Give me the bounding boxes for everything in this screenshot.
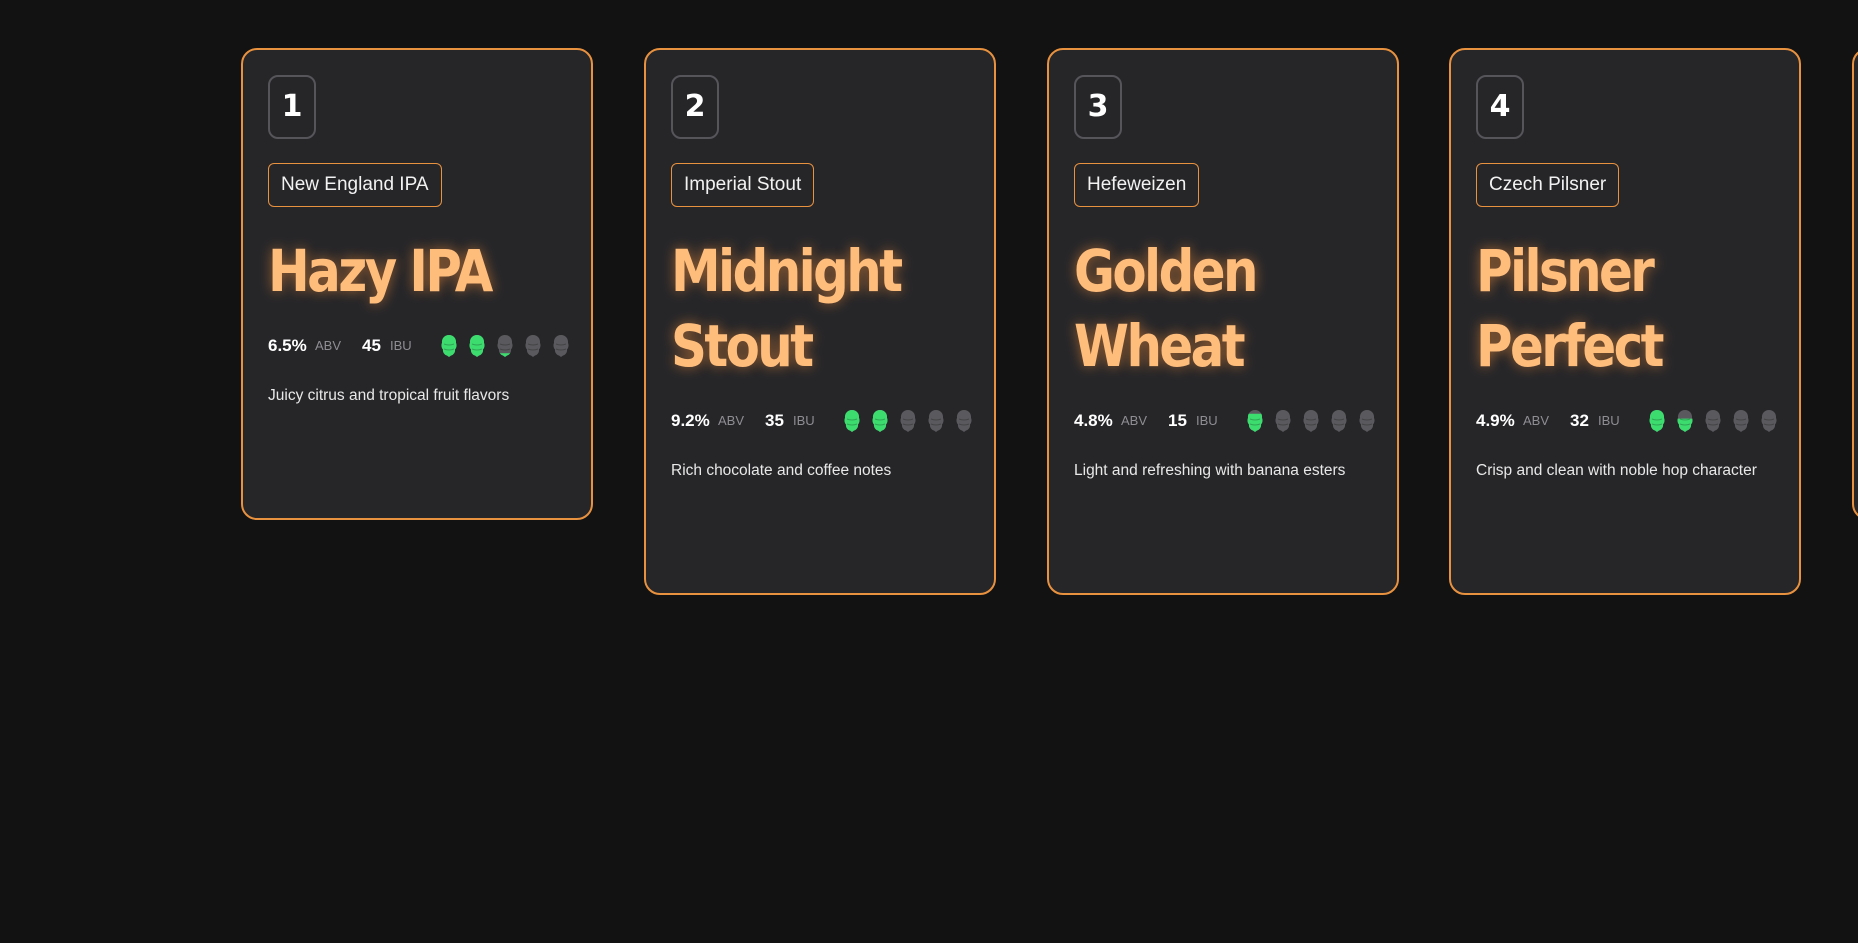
- ibu-label: IBU: [1196, 413, 1218, 428]
- hop-icon: [1761, 410, 1777, 432]
- tap-number: 3: [1074, 75, 1122, 139]
- beer-stats: 6.5% ABV 45 IBU: [268, 332, 578, 362]
- hop-icon: [1677, 410, 1693, 432]
- beer-style-badge: Hefeweizen: [1074, 163, 1200, 207]
- beer-name: Midnight Stout: [671, 237, 903, 380]
- abv-value: 9.2%: [671, 411, 710, 430]
- beer-description: Juicy citrus and tropical fruit flavors: [268, 387, 510, 404]
- hop-icon: [872, 410, 888, 432]
- hop-rating: [440, 334, 570, 360]
- beer-stats: 4.8% ABV 15 IBU: [1074, 407, 1384, 437]
- beer-style-badge: New England IPA: [268, 163, 442, 207]
- beer-style-badge: Imperial Stout: [671, 163, 815, 207]
- beer-description: Crisp and clean with noble hop character: [1476, 462, 1757, 479]
- abv-label: ABV: [1523, 413, 1550, 428]
- tap-card[interactable]: 1 New England IPA Hazy IPA 6.5% ABV 45 I…: [241, 48, 593, 520]
- hop-icon: [928, 410, 944, 432]
- hop-rating: [1246, 409, 1376, 435]
- ibu-label: IBU: [1598, 413, 1620, 428]
- hop-icon: [1303, 410, 1319, 432]
- beer-stats: 4.9% ABV 32 IBU: [1476, 407, 1786, 437]
- beer-name: Pilsner Perfect: [1476, 237, 1664, 380]
- beer-style-badge: Czech Pilsner: [1476, 163, 1620, 207]
- ibu-label: IBU: [793, 413, 815, 428]
- hop-icon: [1705, 410, 1721, 432]
- tap-list: 1 New England IPA Hazy IPA 6.5% ABV 45 I…: [0, 0, 1858, 943]
- ibu-value: 45: [362, 336, 381, 355]
- hop-icon: [956, 410, 972, 432]
- ibu-value: 15: [1168, 411, 1187, 430]
- hop-icon: [441, 335, 457, 357]
- hop-rating: [1648, 409, 1778, 435]
- tap-card[interactable]: 2 Imperial Stout Midnight Stout 9.2% ABV…: [644, 48, 996, 595]
- hop-rating: [843, 409, 973, 435]
- abv-value: 4.9%: [1476, 411, 1515, 430]
- hop-icon: [1733, 410, 1749, 432]
- hop-icon: [1275, 410, 1291, 432]
- ibu-value: 32: [1570, 411, 1589, 430]
- beer-name: Golden Wheat: [1074, 237, 1258, 380]
- ibu-label: IBU: [390, 338, 412, 353]
- hop-icon: [553, 335, 569, 357]
- abv-label: ABV: [315, 338, 342, 353]
- beer-description: Rich chocolate and coffee notes: [671, 462, 892, 479]
- hop-icon: [1359, 410, 1375, 432]
- abv-value: 4.8%: [1074, 411, 1113, 430]
- hop-icon: [900, 410, 916, 432]
- abv-value: 6.5%: [268, 336, 307, 355]
- tap-number: 2: [671, 75, 719, 139]
- tap-card[interactable]: 3 Hefeweizen Golden Wheat 4.8% ABV 15 IB…: [1047, 48, 1399, 595]
- tap-card-partial[interactable]: [1852, 48, 1858, 520]
- abv-label: ABV: [1121, 413, 1148, 428]
- hop-icon: [525, 335, 541, 357]
- hop-icon: [1649, 410, 1665, 432]
- hop-icon: [1331, 410, 1347, 432]
- hop-icon: [844, 410, 860, 432]
- tap-card[interactable]: 4 Czech Pilsner Pilsner Perfect 4.9% ABV…: [1449, 48, 1801, 595]
- ibu-value: 35: [765, 411, 784, 430]
- beer-stats: 9.2% ABV 35 IBU: [671, 407, 981, 437]
- hop-icon: [469, 335, 485, 357]
- abv-label: ABV: [718, 413, 745, 428]
- tap-number: 1: [268, 75, 316, 139]
- beer-description: Light and refreshing with banana esters: [1074, 462, 1346, 479]
- beer-name: Hazy IPA: [268, 237, 493, 305]
- tap-number: 4: [1476, 75, 1524, 139]
- hop-icon: [1247, 410, 1263, 432]
- hop-icon: [497, 335, 513, 357]
